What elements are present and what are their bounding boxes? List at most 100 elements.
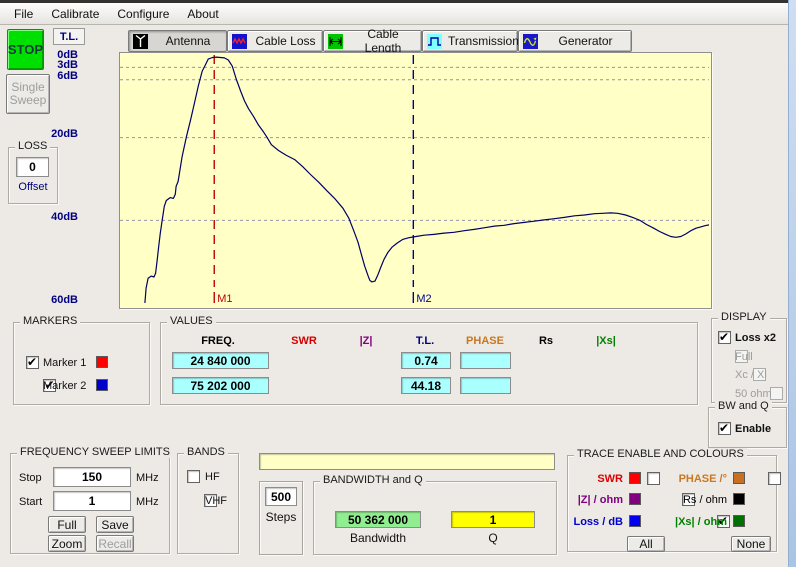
- hf-label: HF: [205, 471, 220, 483]
- loss-offset-input[interactable]: 0: [16, 157, 49, 177]
- stop-unit-label: MHz: [136, 472, 159, 484]
- y-tick-20db: 20dB: [51, 128, 78, 140]
- transmission-icon: [427, 33, 442, 49]
- menu-bar: File Calibrate Configure About: [0, 3, 796, 25]
- bandwidth-q-group: BANDWIDTH and Q 50 362 000 Bandwidth 1 Q: [313, 474, 557, 555]
- trace-enable-group: TRACE ENABLE AND COLOURS SWR PHASE /° |Z…: [567, 448, 782, 552]
- sweep-chart[interactable]: M1 M2: [119, 52, 712, 309]
- marker2-phase-field[interactable]: [460, 377, 511, 394]
- rs-color-swatch[interactable]: [733, 493, 745, 505]
- steps-input[interactable]: 500: [265, 487, 297, 506]
- hf-checkbox[interactable]: [187, 470, 200, 483]
- full-sweep-button[interactable]: Full: [48, 516, 86, 533]
- loss-x2-checkbox[interactable]: [718, 330, 731, 344]
- phase-color-swatch[interactable]: [733, 472, 745, 484]
- stop-freq-input[interactable]: 150: [53, 467, 131, 487]
- start-label: Start: [19, 496, 43, 508]
- xcxl-label: Xc / Xl: [735, 369, 767, 381]
- swr-trace-checkbox[interactable]: [647, 472, 660, 485]
- svg-text:M2: M2: [416, 293, 431, 305]
- vhf-label: VHF: [205, 495, 227, 507]
- marker1-label: Marker 1: [43, 357, 87, 369]
- marker1-phase-field[interactable]: [460, 352, 511, 369]
- header-tl: T.L.: [415, 335, 435, 347]
- bands-group: BANDS HF VHF: [177, 446, 239, 554]
- xs-color-swatch[interactable]: [733, 515, 745, 527]
- bwq-enable-label: Enable: [735, 423, 772, 435]
- bandwidth-field[interactable]: 50 362 000: [335, 511, 421, 528]
- bandwidth-q-title: BANDWIDTH and Q: [320, 474, 426, 486]
- full-label: Full: [735, 351, 753, 363]
- trace-enable-title: TRACE ENABLE AND COLOURS: [574, 448, 747, 460]
- header-xs: |Xs|: [596, 335, 616, 347]
- display-group-title: DISPLAY: [718, 311, 770, 323]
- toolbar-antenna-button[interactable]: Antenna: [128, 30, 227, 52]
- loss-color-swatch[interactable]: [629, 515, 641, 527]
- xs-trace-label: |Xs| / ohm: [675, 516, 727, 528]
- marker2-freq-field[interactable]: 75 202 000: [172, 377, 269, 394]
- values-group-title: VALUES: [167, 315, 216, 327]
- menu-file[interactable]: File: [5, 5, 42, 23]
- zoom-button[interactable]: Zoom: [48, 535, 86, 552]
- marker1-color-swatch[interactable]: [96, 356, 108, 368]
- header-freq: FREQ.: [201, 335, 235, 347]
- single-sweep-label-line2: Sweep: [9, 93, 47, 107]
- q-label: Q: [488, 531, 498, 545]
- marker2-color-swatch[interactable]: [96, 379, 108, 391]
- toolbar-generator-button[interactable]: Generator: [518, 30, 632, 52]
- steps-label: Steps: [265, 510, 297, 524]
- header-phase: PHASE: [466, 335, 504, 347]
- cable-loss-icon: [232, 33, 247, 49]
- header-rs: Rs: [538, 335, 554, 347]
- window-right-border: [788, 0, 796, 567]
- toolbar-cable-length-button[interactable]: Cable Length: [323, 27, 422, 55]
- chart-plot-area[interactable]: M1 M2: [120, 53, 710, 306]
- toolbar-cable-loss-label: Cable Loss: [255, 34, 316, 48]
- bw-and-q-title: BW and Q: [715, 400, 772, 412]
- marker2-tl-field[interactable]: 44.18: [401, 377, 451, 394]
- z-color-swatch[interactable]: [629, 493, 641, 505]
- y-tick-60db: 60dB: [51, 294, 78, 306]
- markers-group: MARKERS Marker 1 Marker 2: [13, 315, 150, 405]
- marker1-checkbox[interactable]: [26, 355, 39, 369]
- marker1-freq-field[interactable]: 24 840 000: [172, 352, 269, 369]
- swr-color-swatch[interactable]: [629, 472, 641, 484]
- toolbar-transmission-label: Transmission: [448, 34, 519, 48]
- bwq-enable-checkbox[interactable]: [718, 421, 731, 435]
- save-button[interactable]: Save: [96, 516, 134, 533]
- toolbar-generator-label: Generator: [558, 34, 613, 48]
- marker1-tl-field[interactable]: 0.74: [401, 352, 451, 369]
- tl-axis-label: T.L.: [53, 28, 85, 45]
- generator-icon: [523, 33, 538, 49]
- toolbar-cable-loss-button[interactable]: Cable Loss: [227, 30, 323, 52]
- 50ohm-checkbox[interactable]: [770, 387, 784, 400]
- loss-group: LOSS 0 Offset: [8, 140, 58, 204]
- recall-button[interactable]: Recall: [96, 535, 134, 552]
- loss-trace-label: Loss / dB: [573, 516, 623, 528]
- cable-length-icon: [328, 33, 343, 49]
- phase-trace-checkbox[interactable]: [768, 472, 782, 485]
- svg-text:M1: M1: [217, 293, 232, 305]
- toolbar-transmission-button[interactable]: Transmission: [422, 30, 519, 52]
- start-freq-input[interactable]: 1: [53, 491, 131, 511]
- toolbar-antenna-label: Antenna: [165, 34, 211, 48]
- header-z: |Z|: [359, 335, 373, 347]
- bw-and-q-group: BW and Q Enable: [708, 400, 787, 448]
- phase-trace-label: PHASE /°: [678, 473, 727, 485]
- q-field[interactable]: 1: [451, 511, 535, 528]
- menu-configure[interactable]: Configure: [108, 5, 178, 23]
- loss-group-title: LOSS: [15, 140, 51, 152]
- steps-panel: 500 Steps: [259, 481, 303, 555]
- status-field[interactable]: [259, 453, 555, 470]
- start-unit-label: MHz: [136, 496, 159, 508]
- display-group: DISPLAY Loss x2 Full Xc / Xl 50 ohm: [711, 311, 787, 403]
- menu-about[interactable]: About: [178, 5, 227, 23]
- stop-label: Stop: [19, 472, 42, 484]
- trace-all-button[interactable]: All: [627, 536, 665, 552]
- y-tick-6db: 6dB: [57, 70, 78, 82]
- header-swr: SWR: [291, 335, 317, 347]
- loss-offset-label[interactable]: Offset: [9, 181, 57, 193]
- menu-calibrate[interactable]: Calibrate: [42, 5, 108, 23]
- trace-none-button[interactable]: None: [731, 536, 771, 552]
- swr-trace-label: SWR: [597, 473, 623, 485]
